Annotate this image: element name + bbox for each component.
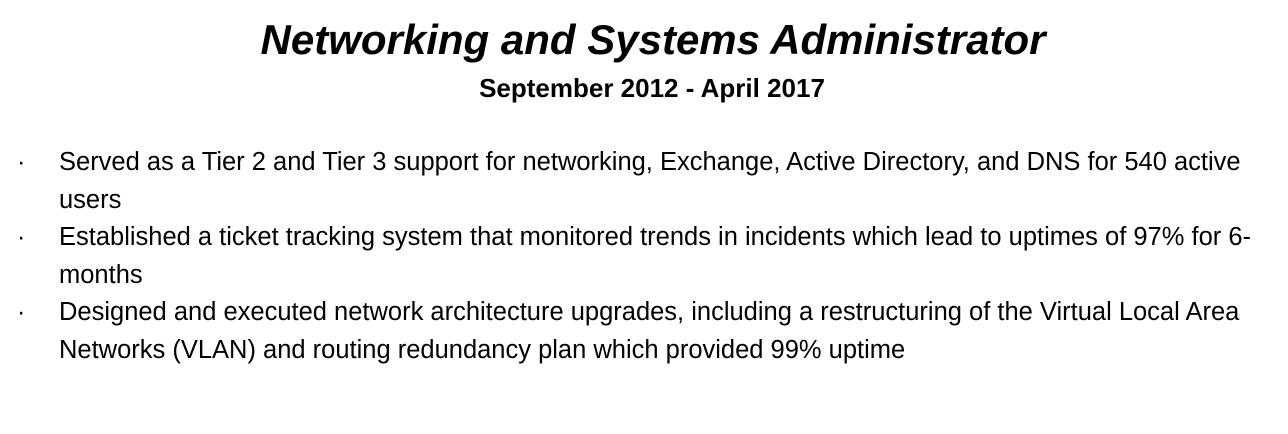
bullet-dot-icon: · <box>17 298 26 326</box>
job-dates: September 2012 - April 2017 <box>479 73 825 103</box>
list-item-text: Designed and executed network architectu… <box>59 298 1240 364</box>
bullet-dot-icon: · <box>17 148 26 176</box>
bullet-dot-icon: · <box>17 223 26 251</box>
list-item-text: Established a ticket tracking system tha… <box>59 223 1252 289</box>
list-item-text: Served as a Tier 2 and Tier 3 support fo… <box>59 148 1241 214</box>
list-item: · Designed and executed network architec… <box>0 294 1288 369</box>
job-title: Networking and Systems Administrator <box>260 16 1046 63</box>
list-item: · Established a ticket tracking system t… <box>0 219 1288 294</box>
list-item: · Served as a Tier 2 and Tier 3 support … <box>0 144 1288 219</box>
responsibilities-list: · Served as a Tier 2 and Tier 3 support … <box>0 144 1288 369</box>
